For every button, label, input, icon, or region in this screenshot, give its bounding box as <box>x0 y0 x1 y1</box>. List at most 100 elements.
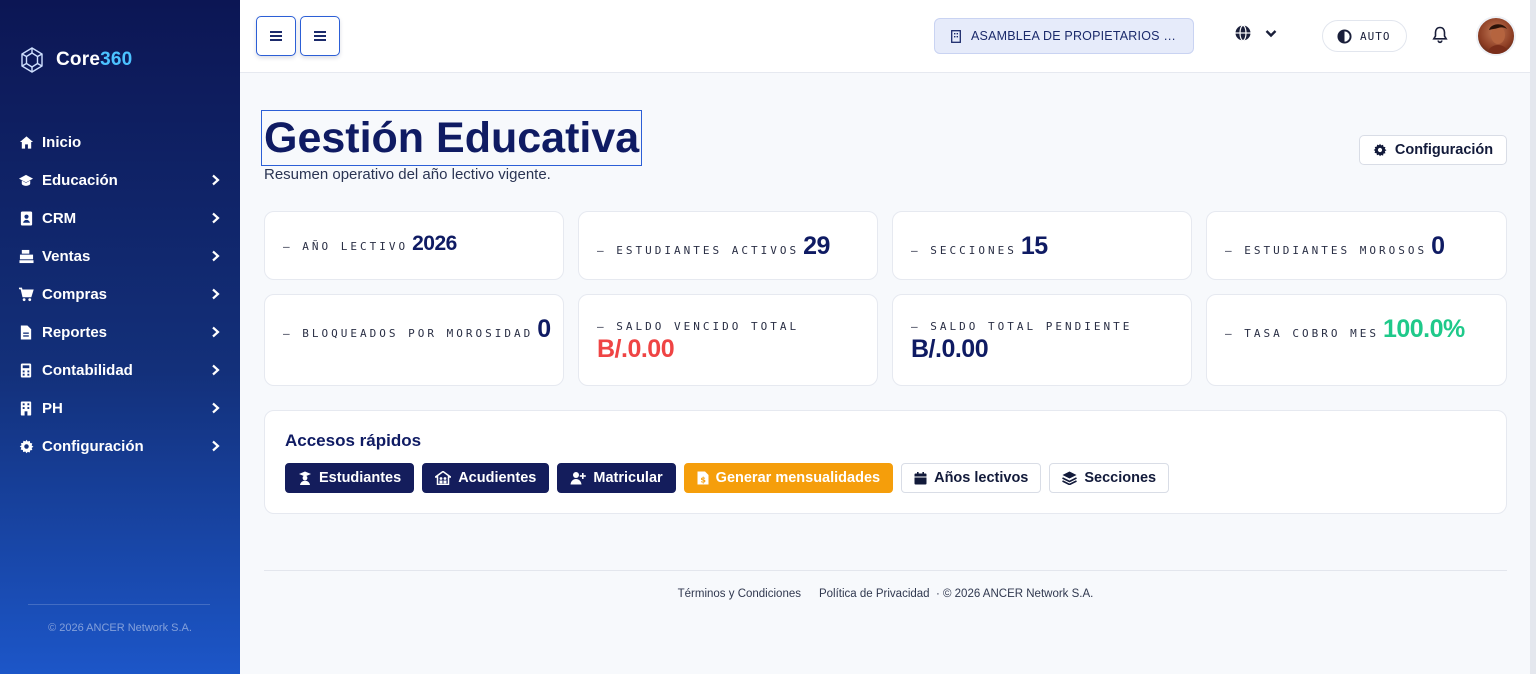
kpi-card-saldo-total-pendiente: — SALDO TOTAL PENDIENTE B/.0.00 <box>892 294 1192 386</box>
kpi-label: — AÑO LECTIVO <box>283 240 409 253</box>
sidebar-item-label: Configuración <box>42 437 144 455</box>
core360-logo-icon <box>21 47 43 73</box>
sidebar: Core360 Inicio Educación CRM Ventas Comp… <box>0 0 240 674</box>
sidebar-item-label: Educación <box>42 171 118 189</box>
kpi-value: 15 <box>1020 232 1048 260</box>
configuration-button-label: Configuración <box>1394 142 1494 158</box>
kpi-label: — SECCIONES <box>911 244 1017 257</box>
kpi-label: — SALDO VENCIDO TOTAL <box>597 320 800 333</box>
chevron-right-icon <box>212 440 220 452</box>
building-icon <box>951 29 961 43</box>
sidebar-item-label: PH <box>42 399 63 417</box>
estudiantes-button-label: Estudiantes <box>319 470 402 486</box>
brand-logo[interactable]: Core360 <box>18 46 132 74</box>
layers-icon <box>1062 471 1078 485</box>
sidebar-item-educacion[interactable]: Educación <box>0 161 240 199</box>
anos-lectivos-button[interactable]: Años lectivos <box>901 463 1042 493</box>
cart-icon <box>18 286 34 302</box>
kpi-card-estudiantes-morosos: — ESTUDIANTES MOROSOS 0 <box>1206 211 1507 280</box>
sidebar-item-crm[interactable]: CRM <box>0 199 240 237</box>
building-icon <box>18 400 34 416</box>
kpi-card-ano-lectivo: — AÑO LECTIVO 2026 <box>264 211 564 280</box>
page-title: Gestión Educativa <box>261 110 643 166</box>
brand-name: Core360 <box>56 49 133 70</box>
kpi-label: — ESTUDIANTES MOROSOS <box>1225 244 1428 257</box>
anos-lectivos-button-label: Años lectivos <box>934 470 1029 486</box>
sidebar-item-reportes[interactable]: Reportes <box>0 313 240 351</box>
matricular-button-label: Matricular <box>593 470 663 486</box>
chevron-right-icon <box>212 288 220 300</box>
kpi-card-estudiantes-activos: — ESTUDIANTES ACTIVOS 29 <box>578 211 878 280</box>
organization-name: ASAMBLEA DE PROPIETARIOS DE ... <box>971 29 1181 43</box>
kpi-value: 2026 <box>412 232 457 255</box>
sidebar-toggle-button[interactable] <box>256 16 296 56</box>
report-file-icon <box>18 324 34 340</box>
theme-toggle[interactable]: AUTO <box>1322 20 1407 52</box>
generar-mensualidades-button-label: Generar mensualidades <box>715 470 881 486</box>
page-scrollbar[interactable] <box>1530 0 1536 674</box>
invoice-dollar-icon: $ <box>697 471 709 485</box>
contrast-icon <box>1337 28 1352 44</box>
privacy-link[interactable]: Política de Privacidad <box>819 588 930 600</box>
sidebar-item-ph[interactable]: PH <box>0 389 240 427</box>
sidebar-item-label: Compras <box>42 285 108 303</box>
sidebar-item-label: CRM <box>42 209 77 227</box>
family-home-icon <box>435 471 452 485</box>
bell-icon <box>1432 26 1448 44</box>
footer-copyright: · © 2026 ANCER Network S.A. <box>935 588 1094 600</box>
acudientes-button[interactable]: Acudientes <box>422 463 550 493</box>
topbar: ASAMBLEA DE PROPIETARIOS DE ... AUTO <box>240 0 1532 73</box>
sidebar-nav: Inicio Educación CRM Ventas Compras Repo… <box>0 123 240 465</box>
notifications-button[interactable] <box>1432 26 1448 49</box>
kpi-label: — TASA COBRO MES <box>1225 327 1379 340</box>
organization-selector[interactable]: ASAMBLEA DE PROPIETARIOS DE ... <box>934 18 1194 54</box>
kpi-value: 29 <box>803 232 830 260</box>
gear-icon <box>18 438 34 454</box>
calculator-icon <box>18 362 34 378</box>
gear-icon <box>1373 143 1387 157</box>
kpi-card-saldo-vencido-total: — SALDO VENCIDO TOTAL B/.0.00 <box>578 294 878 386</box>
menu-collapse-button[interactable] <box>300 16 340 56</box>
student-icon <box>299 471 311 485</box>
configuration-button[interactable]: Configuración <box>1359 135 1507 165</box>
estudiantes-button[interactable]: Estudiantes <box>285 463 415 493</box>
quick-access-title: Accesos rápidos <box>285 431 422 450</box>
kpi-value: 0 <box>537 315 551 343</box>
sidebar-copyright: © 2026 ANCER Network S.A. <box>48 622 192 634</box>
sidebar-item-ventas[interactable]: Ventas <box>0 237 240 275</box>
user-photo-icon <box>1486 24 1510 54</box>
kpi-label: — ESTUDIANTES ACTIVOS <box>597 244 800 257</box>
secciones-button[interactable]: Secciones <box>1049 463 1170 493</box>
sidebar-item-configuracion[interactable]: Configuración <box>0 427 240 465</box>
quick-access-panel: Accesos rápidos Estudiantes Acudientes M… <box>264 410 1507 514</box>
language-selector[interactable] <box>1234 24 1278 42</box>
kpi-card-bloqueados-por-morosidad: — BLOQUEADOS POR MOROSIDAD 0 <box>264 294 564 386</box>
sidebar-item-inicio[interactable]: Inicio <box>0 123 240 161</box>
terms-link[interactable]: Términos y Condiciones <box>678 588 801 600</box>
generar-mensualidades-button[interactable]: $ Generar mensualidades <box>683 463 894 493</box>
kpi-value: B/.0.00 <box>597 335 675 363</box>
theme-label: AUTO <box>1360 29 1391 43</box>
hamburger-icon <box>314 31 326 41</box>
user-avatar[interactable] <box>1476 16 1516 56</box>
sidebar-divider <box>28 604 210 605</box>
hamburger-icon <box>270 31 282 41</box>
kpi-card-secciones: — SECCIONES 15 <box>892 211 1192 280</box>
page-footer: Términos y Condiciones Política de Priva… <box>264 588 1507 600</box>
home-icon <box>18 134 34 150</box>
kpi-value: B/.0.00 <box>911 335 989 363</box>
chevron-right-icon <box>212 250 220 262</box>
chevron-right-icon <box>212 326 220 338</box>
kpi-value: 100.0% <box>1382 315 1465 343</box>
user-plus-icon <box>570 472 587 485</box>
sidebar-item-contabilidad[interactable]: Contabilidad <box>0 351 240 389</box>
globe-icon <box>1235 24 1251 42</box>
chevron-down-icon <box>1265 30 1277 38</box>
sidebar-item-compras[interactable]: Compras <box>0 275 240 313</box>
sidebar-item-label: Reportes <box>42 323 108 341</box>
footer-divider <box>264 570 1507 571</box>
svg-text:$: $ <box>700 476 706 485</box>
kpi-label: — SALDO TOTAL PENDIENTE <box>911 320 1133 333</box>
matricular-button[interactable]: Matricular <box>557 463 676 493</box>
chevron-right-icon <box>212 364 220 376</box>
